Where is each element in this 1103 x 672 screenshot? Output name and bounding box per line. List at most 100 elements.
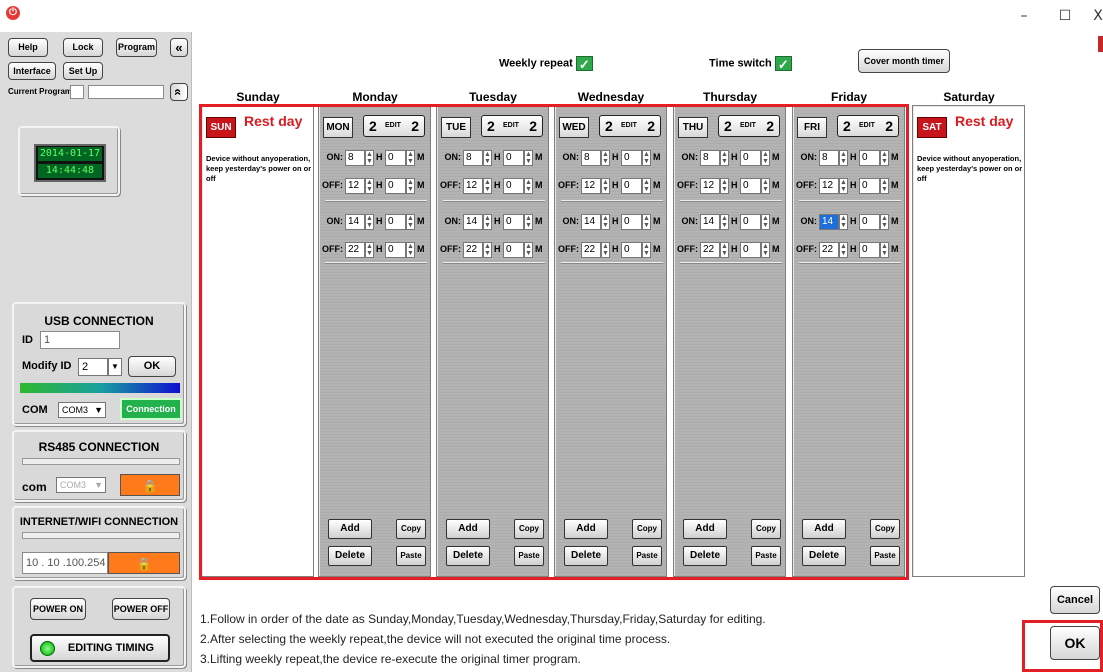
edit-count-button[interactable]: 2 EDIT 2 [718, 115, 780, 137]
hour-field[interactable]: 22 [463, 242, 483, 258]
minute-spinner[interactable]: ▲ ▼ [642, 214, 651, 230]
add-button[interactable]: Add [802, 519, 846, 539]
hour-spinner[interactable]: ▲ ▼ [601, 214, 610, 230]
minute-spinner[interactable]: ▲ ▼ [761, 242, 770, 258]
connection-button[interactable]: Connection [120, 398, 182, 420]
current-program-index-field[interactable] [70, 85, 84, 99]
add-button[interactable]: Add [446, 519, 490, 539]
minute-field[interactable]: 0 [740, 150, 761, 166]
hour-spinner[interactable]: ▲ ▼ [601, 178, 610, 194]
minute-field[interactable]: 0 [503, 150, 524, 166]
delete-button[interactable]: Delete [683, 546, 727, 566]
minimize-button[interactable]: – [1013, 6, 1035, 26]
minute-field[interactable]: 0 [503, 242, 524, 258]
delete-button[interactable]: Delete [802, 546, 846, 566]
hour-field[interactable]: 12 [700, 178, 720, 194]
minute-field[interactable]: 0 [621, 242, 642, 258]
com-select[interactable]: COM3 ▼ [58, 402, 106, 418]
lock-button[interactable]: Lock [63, 38, 103, 57]
day-badge[interactable]: FRI [797, 117, 827, 138]
hour-spinner[interactable]: ▲ ▼ [720, 150, 729, 166]
maximize-button[interactable]: ☐ [1054, 6, 1076, 26]
copy-button[interactable]: Copy [870, 519, 900, 539]
minute-field[interactable]: 0 [621, 178, 642, 194]
copy-button[interactable]: Copy [751, 519, 781, 539]
hour-field[interactable]: 12 [345, 178, 365, 194]
minute-spinner[interactable]: ▲ ▼ [761, 178, 770, 194]
hour-field[interactable]: 8 [345, 150, 365, 166]
add-button[interactable]: Add [328, 519, 372, 539]
hour-field[interactable]: 12 [463, 178, 483, 194]
minute-field[interactable]: 0 [859, 242, 880, 258]
minute-spinner[interactable]: ▲ ▼ [524, 178, 533, 194]
close-button[interactable]: X [1093, 6, 1103, 26]
day-badge[interactable]: MON [323, 117, 353, 138]
hour-field[interactable]: 22 [700, 242, 720, 258]
hour-field[interactable]: 22 [345, 242, 365, 258]
hour-spinner[interactable]: ▲ ▼ [839, 214, 848, 230]
hour-spinner[interactable]: ▲ ▼ [365, 178, 374, 194]
minute-spinner[interactable]: ▲ ▼ [880, 214, 889, 230]
hour-spinner[interactable]: ▲ ▼ [839, 242, 848, 258]
minute-spinner[interactable]: ▲ ▼ [880, 178, 889, 194]
edit-count-button[interactable]: 2 EDIT 2 [481, 115, 543, 137]
paste-button[interactable]: Paste [751, 546, 781, 566]
minute-spinner[interactable]: ▲ ▼ [880, 242, 889, 258]
delete-button[interactable]: Delete [564, 546, 608, 566]
setup-button[interactable]: Set Up [63, 62, 103, 80]
minute-spinner[interactable]: ▲ ▼ [761, 214, 770, 230]
paste-button[interactable]: Paste [870, 546, 900, 566]
program-button[interactable]: Program [116, 38, 157, 57]
hour-field[interactable]: 14 [819, 214, 839, 230]
hour-field[interactable]: 14 [345, 214, 365, 230]
expand-button[interactable]: « [170, 83, 188, 101]
minute-field[interactable]: 0 [385, 150, 406, 166]
hour-spinner[interactable]: ▲ ▼ [365, 150, 374, 166]
copy-button[interactable]: Copy [514, 519, 544, 539]
copy-button[interactable]: Copy [632, 519, 662, 539]
hour-field[interactable]: 8 [700, 150, 720, 166]
paste-button[interactable]: Paste [632, 546, 662, 566]
minute-field[interactable]: 0 [859, 150, 880, 166]
day-badge[interactable]: WED [559, 117, 589, 138]
cancel-button[interactable]: Cancel [1050, 586, 1100, 614]
copy-button[interactable]: Copy [396, 519, 426, 539]
wifi-lock-icon[interactable]: 🔒 [108, 552, 180, 574]
hour-spinner[interactable]: ▲ ▼ [365, 242, 374, 258]
minute-field[interactable]: 0 [740, 242, 761, 258]
hour-field[interactable]: 14 [463, 214, 483, 230]
modify-id-select[interactable]: 2 [78, 358, 108, 376]
weekly-repeat-checkbox[interactable]: ✓ [575, 56, 593, 72]
hour-field[interactable]: 12 [581, 178, 601, 194]
delete-button[interactable]: Delete [328, 546, 372, 566]
add-button[interactable]: Add [564, 519, 608, 539]
hour-spinner[interactable]: ▲ ▼ [365, 214, 374, 230]
modify-id-ok-button[interactable]: OK [128, 356, 176, 377]
minute-spinner[interactable]: ▲ ▼ [406, 150, 415, 166]
day-badge[interactable]: SUN [206, 117, 236, 138]
minute-spinner[interactable]: ▲ ▼ [642, 150, 651, 166]
edit-count-button[interactable]: 2 EDIT 2 [363, 115, 425, 137]
hour-spinner[interactable]: ▲ ▼ [483, 150, 492, 166]
collapse-button[interactable]: « [170, 38, 188, 57]
edit-count-button[interactable]: 2 EDIT 2 [599, 115, 661, 137]
hour-spinner[interactable]: ▲ ▼ [483, 214, 492, 230]
minute-field[interactable]: 0 [503, 214, 524, 230]
minute-spinner[interactable]: ▲ ▼ [642, 178, 651, 194]
hour-spinner[interactable]: ▲ ▼ [601, 242, 610, 258]
hour-spinner[interactable]: ▲ ▼ [720, 178, 729, 194]
hour-field[interactable]: 12 [819, 178, 839, 194]
minute-field[interactable]: 0 [385, 214, 406, 230]
hour-field[interactable]: 8 [819, 150, 839, 166]
chevron-down-icon[interactable]: ▼ [108, 358, 122, 376]
rs485-lock-icon[interactable]: 🔒 [120, 474, 180, 496]
minute-field[interactable]: 0 [859, 178, 880, 194]
ip-address-field[interactable]: 10 . 10 .100.254 [22, 552, 108, 574]
minute-field[interactable]: 0 [859, 214, 880, 230]
minute-spinner[interactable]: ▲ ▼ [406, 178, 415, 194]
power-on-button[interactable]: POWER ON [30, 598, 86, 620]
hour-field[interactable]: 22 [819, 242, 839, 258]
hour-spinner[interactable]: ▲ ▼ [483, 178, 492, 194]
paste-button[interactable]: Paste [514, 546, 544, 566]
minute-field[interactable]: 0 [385, 178, 406, 194]
